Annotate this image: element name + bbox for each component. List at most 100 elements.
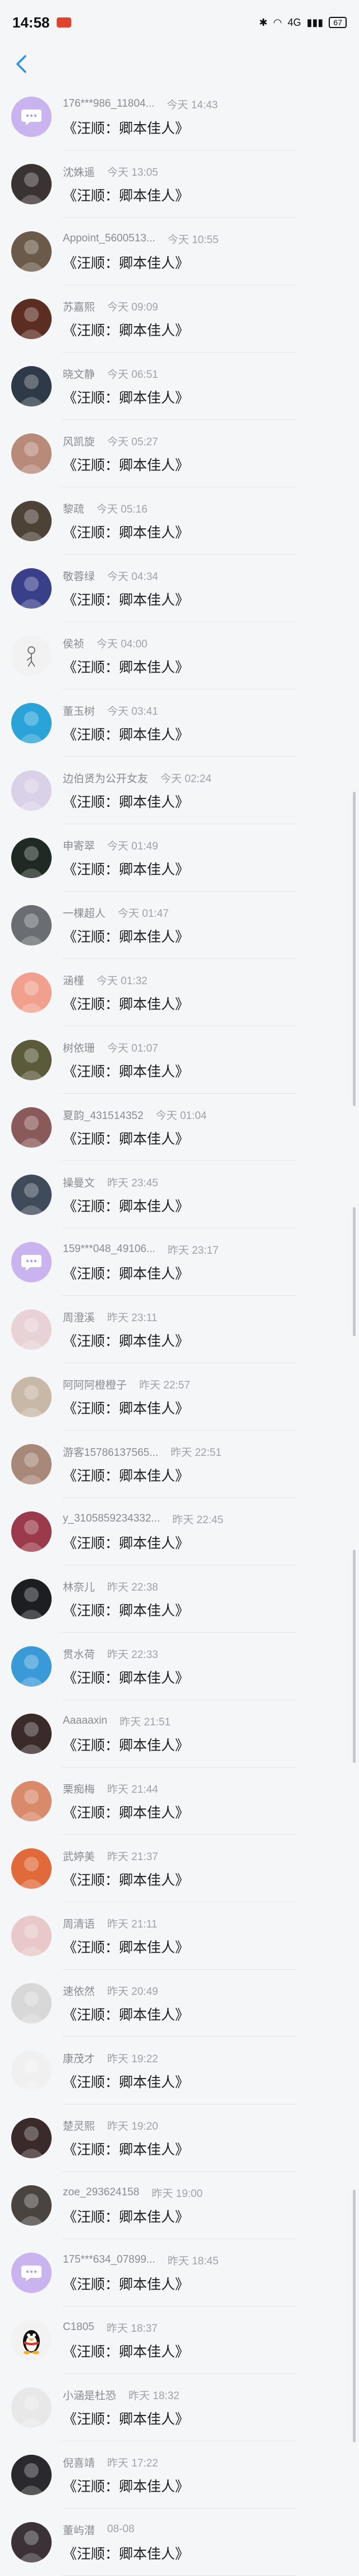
list-item[interactable]: 苏嘉熙 今天 09:09 《汪顺：卿本佳人》 — [0, 285, 359, 353]
user-name[interactable]: 晓文静 — [63, 366, 95, 381]
avatar[interactable] — [11, 97, 52, 137]
avatar[interactable] — [11, 1579, 52, 1619]
scrollbar-thumb[interactable] — [353, 1207, 356, 1336]
user-name[interactable]: 栗痴梅 — [63, 1781, 95, 1796]
user-name[interactable]: 申寄翠 — [63, 838, 95, 853]
user-name[interactable]: 贯水荷 — [63, 1646, 95, 1661]
list-item[interactable]: 沈姝遥 今天 13:05 《汪顺：卿本佳人》 — [0, 150, 359, 218]
list-item[interactable]: y_3105859234332... 昨天 22:45 《汪顺：卿本佳人》 — [0, 1498, 359, 1565]
list-item[interactable]: 黎疏 今天 05:16 《汪顺：卿本佳人》 — [0, 487, 359, 555]
list-item[interactable]: 武婷美 昨天 21:37 《汪顺：卿本佳人》 — [0, 1835, 359, 1902]
avatar[interactable] — [11, 2387, 52, 2428]
scrollbar-thumb[interactable] — [353, 1550, 356, 1763]
list-item[interactable]: 康茂才 昨天 19:22 《汪顺：卿本佳人》 — [0, 2037, 359, 2104]
list-item[interactable]: 周清语 昨天 21:11 《汪顺：卿本佳人》 — [0, 1902, 359, 1970]
avatar[interactable] — [11, 905, 52, 946]
user-name[interactable]: y_3105859234332... — [63, 1513, 160, 1525]
avatar[interactable] — [11, 1040, 52, 1080]
avatar[interactable] — [11, 1781, 52, 1821]
user-name[interactable]: 树依珊 — [63, 1040, 95, 1055]
avatar[interactable] — [11, 1175, 52, 1215]
user-name[interactable]: 涵槿 — [63, 972, 84, 988]
avatar[interactable] — [11, 299, 52, 339]
list-item[interactable]: C1805 昨天 18:37 《汪顺：卿本佳人》 — [0, 2306, 359, 2374]
list-item[interactable]: 侯祯 今天 04:00 《汪顺：卿本佳人》 — [0, 622, 359, 689]
user-name[interactable]: Aaaaaxin — [63, 1715, 107, 1727]
avatar[interactable] — [11, 1242, 52, 1282]
avatar[interactable] — [11, 972, 52, 1013]
user-name[interactable]: 一棵超人 — [63, 905, 105, 920]
avatar[interactable] — [11, 2455, 52, 2495]
avatar[interactable] — [11, 1983, 52, 2024]
list-item[interactable]: 边伯贤为公开女友 今天 02:24 《汪顺：卿本佳人》 — [0, 757, 359, 824]
user-name[interactable]: 159***048_49106... — [63, 1243, 155, 1255]
user-name[interactable]: 董屿潜 — [63, 2522, 95, 2537]
avatar[interactable] — [11, 1848, 52, 1889]
list-item[interactable]: 董屿潜 08-08 《汪顺：卿本佳人》 — [0, 2509, 359, 2576]
avatar[interactable] — [11, 433, 52, 474]
user-name[interactable]: 夏韵_431514352 — [63, 1107, 144, 1122]
user-name[interactable]: 沈姝遥 — [63, 164, 95, 179]
user-name[interactable]: Appoint_5600513... — [63, 232, 155, 245]
avatar[interactable] — [11, 366, 52, 407]
user-name[interactable]: 速依然 — [63, 1983, 95, 1998]
user-name[interactable]: zoe_293624158 — [63, 2186, 139, 2199]
list-item[interactable]: 小涵是杜恐 昨天 18:32 《汪顺：卿本佳人》 — [0, 2374, 359, 2441]
avatar[interactable] — [11, 1714, 52, 1754]
scrollbar-thumb[interactable] — [353, 792, 356, 1106]
user-name[interactable]: 敬蓉绿 — [63, 568, 95, 583]
user-name[interactable]: 周澄溪 — [63, 1309, 95, 1324]
user-name[interactable]: 风凯旋 — [63, 433, 95, 449]
user-name[interactable]: 侯祯 — [63, 636, 84, 651]
user-name[interactable]: 倪喜靖 — [63, 2455, 95, 2470]
list-item[interactable]: 阿阿阿橙橙子 昨天 22:57 《汪顺：卿本佳人》 — [0, 1363, 359, 1431]
user-name[interactable]: 黎疏 — [63, 501, 84, 516]
avatar[interactable] — [11, 770, 52, 811]
list-item[interactable]: 风凯旋 今天 05:27 《汪顺：卿本佳人》 — [0, 420, 359, 487]
user-name[interactable]: 边伯贤为公开女友 — [63, 770, 148, 785]
user-name[interactable]: 董玉树 — [63, 703, 95, 718]
avatar[interactable] — [11, 2522, 52, 2563]
avatar[interactable] — [11, 1646, 52, 1687]
avatar[interactable] — [11, 1107, 52, 1148]
avatar[interactable] — [11, 164, 52, 204]
avatar[interactable] — [11, 1377, 52, 1417]
list-item[interactable]: 周澄溪 昨天 23:11 《汪顺：卿本佳人》 — [0, 1296, 359, 1363]
avatar[interactable] — [11, 1309, 52, 1350]
scrollbar-thumb[interactable] — [353, 2190, 356, 2442]
user-name[interactable]: 操曼文 — [63, 1175, 95, 1190]
user-name[interactable]: 楚灵熙 — [63, 2118, 95, 2133]
user-name[interactable]: 武婷美 — [63, 1848, 95, 1864]
avatar[interactable] — [11, 838, 52, 878]
list-item[interactable]: zoe_293624158 昨天 19:00 《汪顺：卿本佳人》 — [0, 2172, 359, 2239]
list-item[interactable]: 操曼文 昨天 23:45 《汪顺：卿本佳人》 — [0, 1161, 359, 1228]
list-item[interactable]: 176***986_11804... 今天 14:43 《汪顺：卿本佳人》 — [0, 83, 359, 150]
list-item[interactable]: 晓文静 今天 06:51 《汪顺：卿本佳人》 — [0, 353, 359, 420]
list-item[interactable]: 夏韵_431514352 今天 01:04 《汪顺：卿本佳人》 — [0, 1094, 359, 1161]
list-item[interactable]: 董玉树 今天 03:41 《汪顺：卿本佳人》 — [0, 689, 359, 757]
list-item[interactable]: 申寄翠 今天 01:49 《汪顺：卿本佳人》 — [0, 824, 359, 892]
list-item[interactable]: 速依然 昨天 20:49 《汪顺：卿本佳人》 — [0, 1970, 359, 2037]
avatar[interactable] — [11, 2185, 52, 2226]
user-name[interactable]: 周清语 — [63, 1916, 95, 1931]
list-item[interactable]: 175***634_07899... 昨天 18:45 《汪顺：卿本佳人》 — [0, 2239, 359, 2306]
list-item[interactable]: 林奈儿 昨天 22:38 《汪顺：卿本佳人》 — [0, 1565, 359, 1633]
avatar[interactable] — [11, 2253, 52, 2293]
avatar[interactable] — [11, 703, 52, 743]
user-name[interactable]: 林奈儿 — [63, 1579, 95, 1594]
avatar[interactable] — [11, 1916, 52, 1956]
user-name[interactable]: 苏嘉熙 — [63, 299, 95, 314]
user-name[interactable]: 小涵是杜恐 — [63, 2387, 116, 2403]
list-item[interactable]: 倪喜靖 昨天 17:22 《汪顺：卿本佳人》 — [0, 2441, 359, 2509]
avatar[interactable] — [11, 2118, 52, 2158]
avatar[interactable] — [11, 636, 52, 676]
list-item[interactable]: 敬蓉绿 今天 04:34 《汪顺：卿本佳人》 — [0, 555, 359, 622]
user-name[interactable]: C1805 — [63, 2321, 94, 2333]
user-name[interactable]: 176***986_11804... — [63, 98, 154, 110]
avatar[interactable] — [11, 568, 52, 609]
user-name[interactable]: 康茂才 — [63, 2050, 95, 2066]
list-item[interactable]: 树依珊 今天 01:07 《汪顺：卿本佳人》 — [0, 1026, 359, 1094]
avatar[interactable] — [11, 231, 52, 272]
user-name[interactable]: 游客15786137565... — [63, 1444, 158, 1459]
list-item[interactable]: 楚灵熙 昨天 19:20 《汪顺：卿本佳人》 — [0, 2104, 359, 2172]
